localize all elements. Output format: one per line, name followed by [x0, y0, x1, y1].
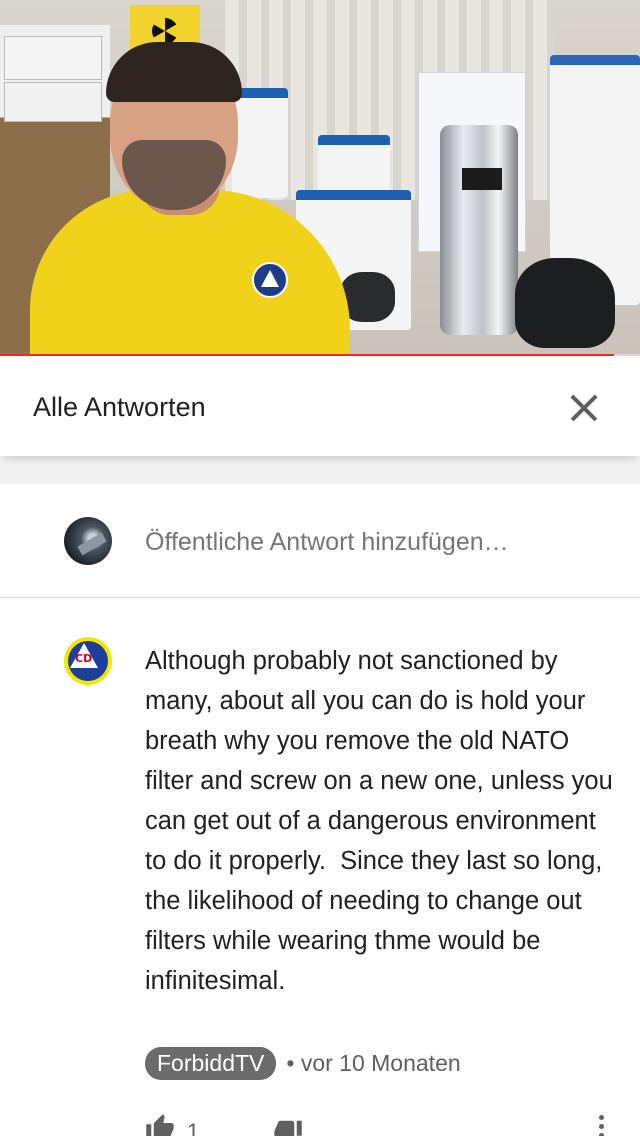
comment-actions: 1 — [145, 1107, 615, 1136]
avatar-label: CD — [75, 652, 93, 665]
avatar[interactable]: CD — [64, 637, 112, 685]
comment-text: Although probably not sanctioned by many… — [145, 647, 620, 995]
video-progress-fill — [0, 354, 615, 356]
more-options-icon[interactable] — [597, 1115, 605, 1136]
comment-meta: ForbiddTV • vor 10 Monaten — [145, 1046, 461, 1080]
video-progress-bar[interactable] — [0, 354, 640, 356]
video-player[interactable] — [0, 0, 640, 356]
thumbs-down-icon[interactable] — [273, 1117, 303, 1136]
close-icon[interactable] — [562, 386, 606, 430]
video-filter-label — [462, 168, 502, 190]
thumbs-up-icon[interactable] — [145, 1113, 175, 1136]
like-count: 1 — [187, 1119, 200, 1136]
page-title: Alle Antworten — [33, 392, 206, 422]
meta-separator: • — [286, 1049, 295, 1076]
video-bucket — [232, 88, 288, 198]
comment-item: CD Although probably not sanctioned by m… — [0, 599, 640, 1136]
reply-input[interactable] — [145, 524, 605, 560]
comment-timestamp: vor 10 Monaten — [300, 1049, 461, 1076]
replies-header: Alle Antworten — [0, 358, 640, 456]
civil-defense-patch — [252, 262, 288, 298]
avatar — [64, 517, 112, 565]
video-gas-mask — [515, 258, 615, 348]
video-person-hair — [106, 42, 242, 102]
reply-composer — [0, 484, 640, 598]
video-box-label-2 — [4, 82, 102, 122]
video-box-label — [4, 36, 102, 80]
video-water-filter — [440, 125, 518, 335]
comment-time: • vor 10 Monaten — [286, 1050, 460, 1077]
author-chip[interactable]: ForbiddTV — [145, 1046, 277, 1080]
section-divider — [0, 456, 640, 484]
